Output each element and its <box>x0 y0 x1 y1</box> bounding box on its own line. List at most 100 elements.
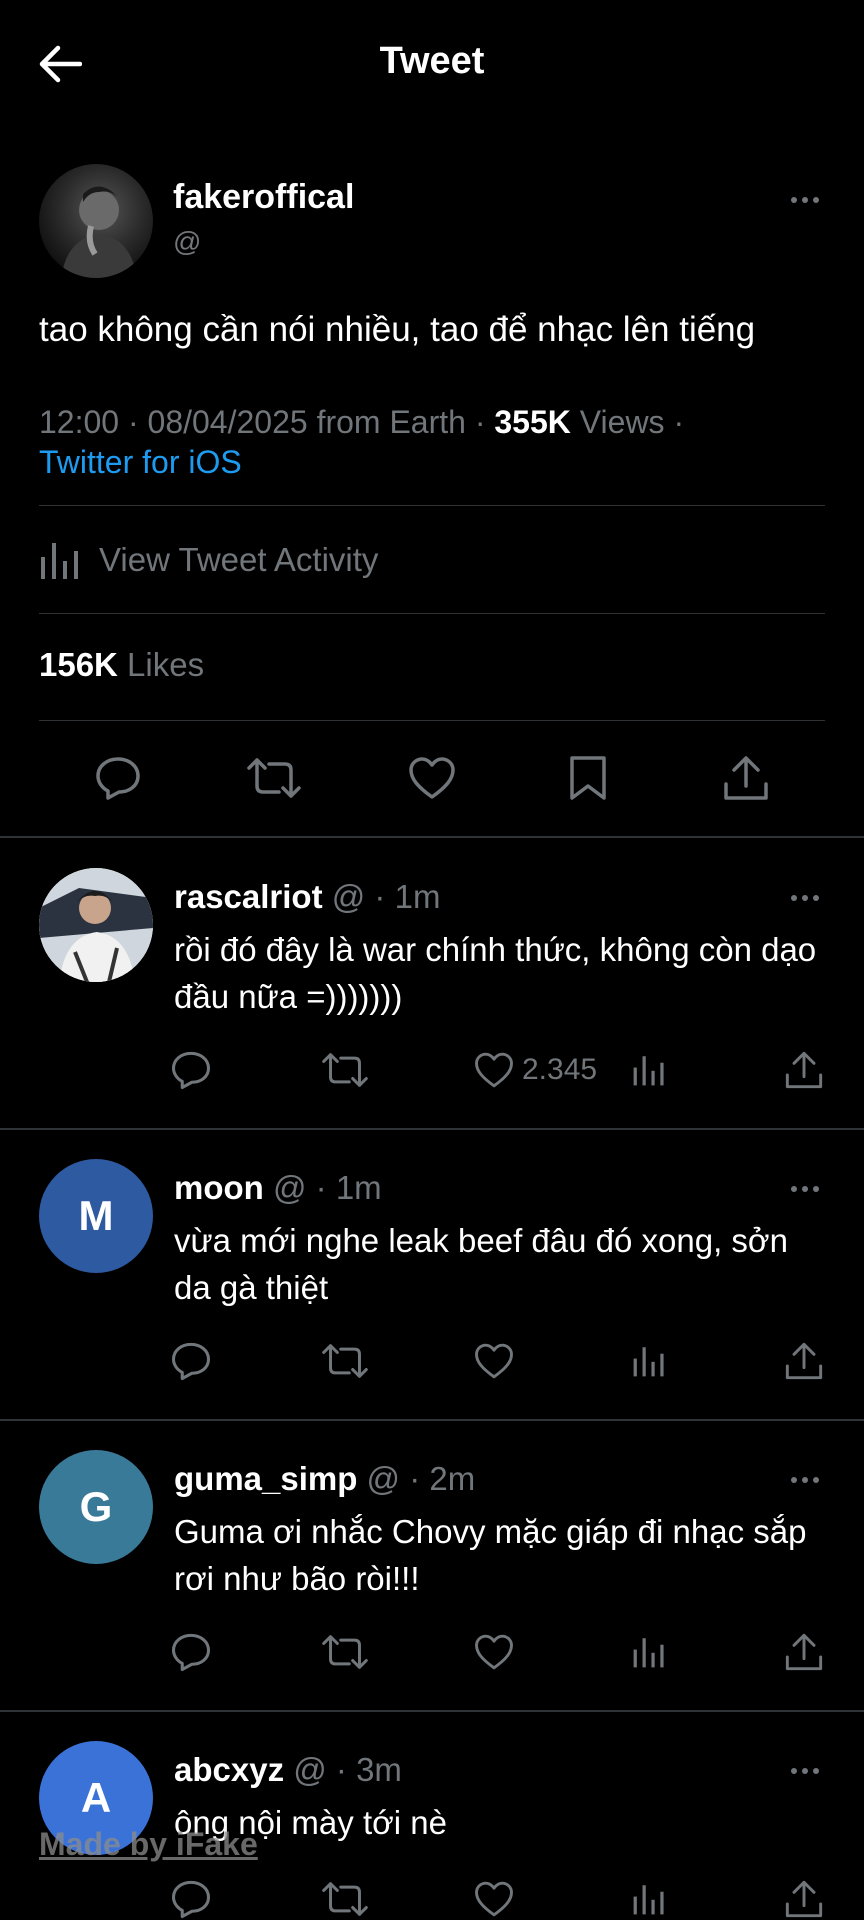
reply-text: ông nội mày tới nè <box>174 1804 447 1841</box>
heart-icon <box>475 1052 513 1088</box>
reply-button[interactable] <box>90 750 146 806</box>
author-name[interactable]: fakeroffical <box>173 178 354 217</box>
divider <box>0 1419 864 1421</box>
likes-label: Likes <box>117 646 205 683</box>
share-icon <box>785 1880 823 1918</box>
reply-meta: @ · 2m <box>357 1460 476 1497</box>
more-options-icon[interactable] <box>785 888 825 908</box>
reply-actions-bar <box>0 1630 864 1680</box>
share-icon <box>785 1051 823 1089</box>
reply-author-name[interactable]: moon <box>174 1169 264 1206</box>
analytics-icon <box>633 1885 664 1915</box>
divider <box>0 836 864 838</box>
reply-icon <box>171 1633 211 1672</box>
divider <box>39 613 825 614</box>
reply-actions-bar <box>0 1339 864 1389</box>
reply-icon <box>96 757 140 800</box>
retweet-icon <box>247 758 301 798</box>
more-options-icon[interactable] <box>785 1470 825 1490</box>
divider <box>0 1710 864 1712</box>
share-icon <box>785 1633 823 1671</box>
like-button[interactable] <box>474 1877 514 1920</box>
avatar[interactable]: G <box>39 1450 153 1564</box>
more-options-icon[interactable] <box>785 1179 825 1199</box>
author-handle[interactable]: @ <box>173 226 201 258</box>
reply-button[interactable] <box>170 1339 212 1383</box>
reply-icon <box>171 1342 211 1381</box>
page-title: Tweet <box>379 40 485 82</box>
reply-actions-bar: 2.345 <box>0 1048 864 1098</box>
tweet-timestamp: 12:00 · 08/04/2025 from Earth · <box>39 404 495 440</box>
reply-button[interactable] <box>170 1048 212 1092</box>
retweet-button[interactable] <box>322 1048 368 1092</box>
likes-summary[interactable]: 156K Likes <box>39 646 204 684</box>
retweet-icon <box>322 1053 368 1087</box>
analytics-icon <box>633 1056 664 1086</box>
reply-button[interactable] <box>170 1877 212 1920</box>
likes-count: 156K <box>39 646 118 683</box>
tweet-meta: 12:00 · 08/04/2025 from Earth · 355K Vie… <box>39 402 825 482</box>
views-count: 355K <box>494 404 571 440</box>
like-count: 2.345 <box>522 1053 598 1086</box>
avatar[interactable] <box>39 164 153 278</box>
reply-actions-bar <box>0 1877 864 1920</box>
share-icon <box>785 1342 823 1380</box>
avatar[interactable] <box>39 868 153 982</box>
like-button[interactable] <box>474 1339 514 1383</box>
heart-icon <box>409 757 455 799</box>
retweet-icon <box>322 1635 368 1669</box>
share-button[interactable] <box>718 750 774 806</box>
bookmark-button[interactable] <box>560 750 616 806</box>
retweet-icon <box>322 1882 368 1916</box>
analytics-button[interactable] <box>632 1630 666 1674</box>
reply-header: rascalriot @ · 1m <box>174 878 440 916</box>
reply-icon <box>171 1051 211 1090</box>
retweet-button[interactable] <box>246 750 302 806</box>
analytics-button[interactable] <box>632 1048 666 1092</box>
share-button[interactable] <box>784 1048 824 1092</box>
heart-icon <box>475 1343 513 1379</box>
share-icon <box>724 756 768 800</box>
share-button[interactable] <box>784 1339 824 1383</box>
reply-author-name[interactable]: abcxyz <box>174 1751 284 1788</box>
share-button[interactable] <box>784 1630 824 1674</box>
reply-button[interactable] <box>170 1630 212 1674</box>
more-options-icon[interactable] <box>785 1761 825 1781</box>
reply-header: moon @ · 1m <box>174 1169 382 1207</box>
like-button[interactable]: 2.345 <box>474 1048 597 1092</box>
analytics-icon <box>41 543 78 579</box>
reply-author-name[interactable]: rascalriot <box>174 878 323 915</box>
share-button[interactable] <box>784 1877 824 1920</box>
analytics-button[interactable] <box>632 1339 666 1383</box>
views-label: Views · <box>570 404 685 440</box>
retweet-button[interactable] <box>322 1877 368 1920</box>
reply-icon <box>171 1880 211 1919</box>
reply-meta: @ · 3m <box>284 1751 402 1788</box>
heart-icon <box>475 1881 513 1917</box>
reply-text: Guma ơi nhắc Chovy mặc giáp đi nhạc sắp … <box>174 1513 807 1597</box>
avatar[interactable]: M <box>39 1159 153 1273</box>
divider <box>39 505 825 506</box>
retweet-button[interactable] <box>322 1630 368 1674</box>
divider <box>39 720 825 721</box>
retweet-button[interactable] <box>322 1339 368 1383</box>
reply-header: abcxyz @ · 3m <box>174 1751 402 1789</box>
retweet-icon <box>322 1344 368 1378</box>
reply-author-name[interactable]: guma_simp <box>174 1460 357 1497</box>
tweet-actions-bar <box>0 750 864 810</box>
divider <box>0 1128 864 1130</box>
tweet-source-link[interactable]: Twitter for iOS <box>39 442 825 482</box>
like-button[interactable] <box>474 1630 514 1674</box>
activity-label: View Tweet Activity <box>99 541 379 578</box>
analytics-button[interactable] <box>632 1877 666 1920</box>
heart-icon <box>475 1634 513 1670</box>
like-button[interactable] <box>404 750 460 806</box>
top-bar: Tweet <box>0 0 864 126</box>
reply-header: guma_simp @ · 2m <box>174 1460 475 1498</box>
bookmark-icon <box>570 756 606 800</box>
reply-meta: @ · 1m <box>322 878 441 915</box>
reply-text: vừa mới nghe leak beef đâu đó xong, sởn … <box>174 1222 788 1306</box>
view-activity-button[interactable]: View Tweet Activity <box>39 530 378 590</box>
watermark: Made by iFake <box>39 1826 258 1862</box>
more-options-icon[interactable] <box>785 190 825 210</box>
